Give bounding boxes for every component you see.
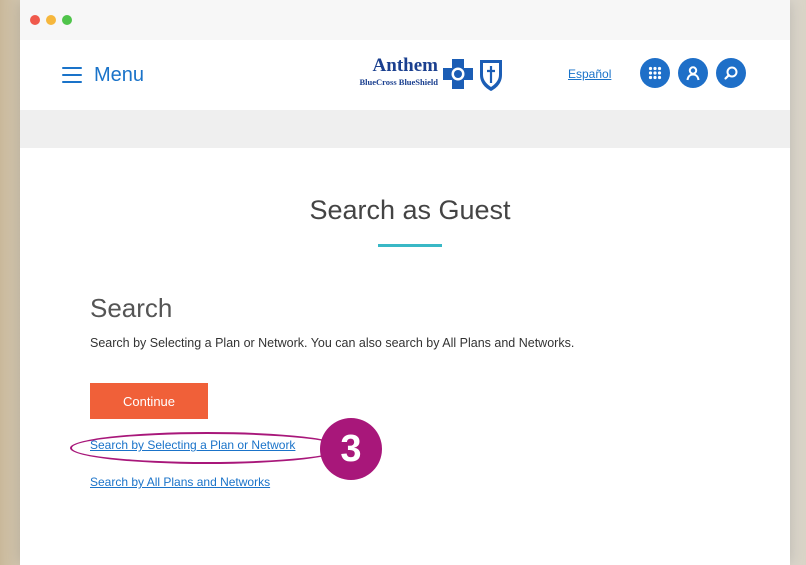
section-description: Search by Selecting a Plan or Network. Y…: [90, 336, 575, 350]
blue-cross-blue-shield-icon: [443, 59, 502, 91]
page-title: Search as Guest: [309, 195, 511, 225]
continue-button[interactable]: Continue: [90, 383, 208, 419]
site-header: Menu Anthem BlueCross BlueShield Español: [20, 40, 790, 110]
step-number-badge: 3: [320, 418, 382, 480]
logo-wordmark: Anthem BlueCross BlueShield: [328, 55, 439, 87]
search-icon: [724, 66, 738, 80]
search-by-plan-or-network-link[interactable]: Search by Selecting a Plan or Network: [90, 438, 295, 452]
section-heading: Search: [90, 293, 173, 323]
espanol-link[interactable]: Español: [568, 67, 611, 81]
title-underline: [378, 244, 442, 247]
user-profile-icon: [686, 66, 700, 81]
search-button[interactable]: [716, 58, 746, 88]
maximize-window-dot[interactable]: [62, 15, 72, 25]
anthem-logo[interactable]: Anthem BlueCross BlueShield: [328, 55, 508, 95]
browser-window: Menu Anthem BlueCross BlueShield Español: [20, 0, 790, 565]
apps-grid-button[interactable]: [640, 58, 670, 88]
header-divider-band: [20, 110, 790, 148]
window-titlebar: [20, 0, 790, 40]
logo-subtitle: BlueCross BlueShield: [359, 77, 439, 87]
hamburger-icon: [62, 67, 82, 83]
logo-name: Anthem: [372, 55, 438, 76]
search-by-all-plans-link[interactable]: Search by All Plans and Networks: [90, 475, 270, 489]
main-content-card: Search as Guest Search Search by Selecti…: [38, 148, 782, 565]
apps-grid-icon: [648, 66, 662, 80]
minimize-window-dot[interactable]: [46, 15, 56, 25]
menu-button[interactable]: Menu: [62, 60, 144, 90]
user-profile-button[interactable]: [678, 58, 708, 88]
close-window-dot[interactable]: [30, 15, 40, 25]
menu-label: Menu: [94, 63, 145, 86]
